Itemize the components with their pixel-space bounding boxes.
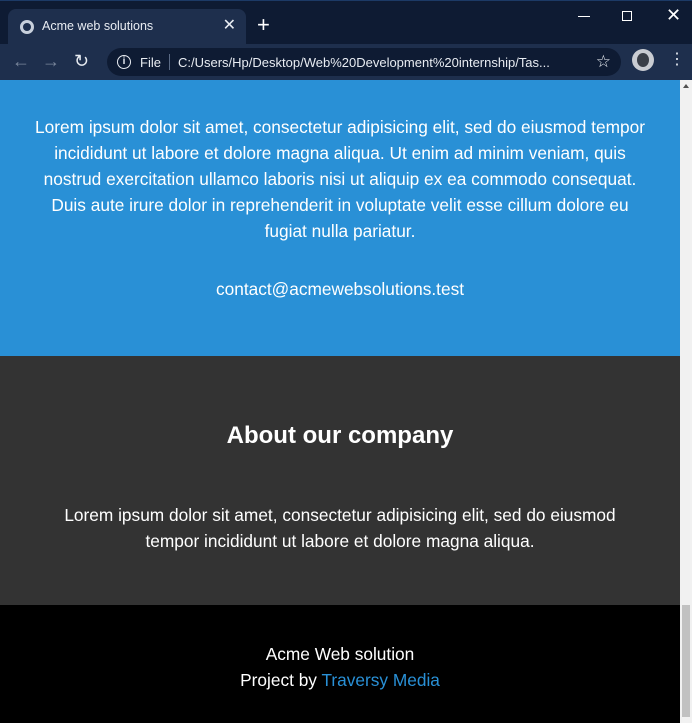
maximize-icon[interactable] — [622, 11, 632, 21]
browser-titlebar: Acme web solutions ✕ + ✕ — [0, 0, 692, 45]
address-bar[interactable]: i File C:/Users/Hp/Desktop/Web%20Develop… — [107, 48, 621, 76]
close-window-icon[interactable]: ✕ — [666, 6, 681, 24]
forward-arrow-icon[interactable]: → — [42, 51, 60, 71]
about-paragraph: Lorem ipsum dolor sit amet, consectetur … — [64, 505, 616, 551]
close-tab-icon[interactable]: ✕ — [223, 17, 236, 35]
url-text[interactable]: C:/Users/Hp/Desktop/Web%20Development%20… — [178, 55, 588, 70]
browser-toolbar: ← → ↻ i File C:/Users/Hp/Desktop/Web%20D… — [0, 44, 692, 80]
footer-credit: Project by Traversy Media — [0, 670, 680, 691]
bookmark-star-icon[interactable]: ☆ — [596, 52, 611, 72]
page-viewport: Lorem ipsum dolor sit amet, consectetur … — [0, 80, 680, 723]
reload-icon[interactable]: ↻ — [74, 51, 89, 71]
browser-tab[interactable]: Acme web solutions ✕ — [8, 9, 246, 45]
divider — [169, 54, 170, 70]
about-heading: About our company — [226, 422, 454, 449]
footer-credit-prefix: Project by — [240, 670, 317, 690]
scrollbar-thumb[interactable] — [682, 605, 690, 717]
globe-icon — [20, 20, 34, 34]
scroll-up-arrow-icon[interactable] — [683, 84, 689, 88]
contact-section: Lorem ipsum dolor sit amet, consectetur … — [0, 80, 680, 356]
back-arrow-icon[interactable]: ← — [12, 51, 30, 71]
contact-paragraph: Lorem ipsum dolor sit amet, consectetur … — [35, 117, 645, 241]
profile-avatar[interactable] — [632, 49, 654, 71]
traversy-media-link[interactable]: Traversy Media — [321, 670, 439, 690]
menu-kebab-icon[interactable]: ⋮ — [669, 50, 685, 70]
new-tab-button[interactable]: + — [257, 14, 270, 36]
tab-title: Acme web solutions — [42, 19, 154, 33]
about-section: About our company Lorem ipsum dolor sit … — [0, 356, 680, 605]
minimize-icon[interactable] — [578, 16, 590, 17]
vertical-scrollbar[interactable] — [680, 80, 692, 723]
contact-email: contact@acmewebsolutions.test — [215, 279, 465, 299]
info-icon[interactable]: i — [117, 55, 131, 69]
footer-company-name: Acme Web solution — [265, 644, 415, 664]
url-scheme-label: File — [140, 55, 161, 70]
page-footer: Acme Web solution Project by Traversy Me… — [0, 605, 680, 723]
